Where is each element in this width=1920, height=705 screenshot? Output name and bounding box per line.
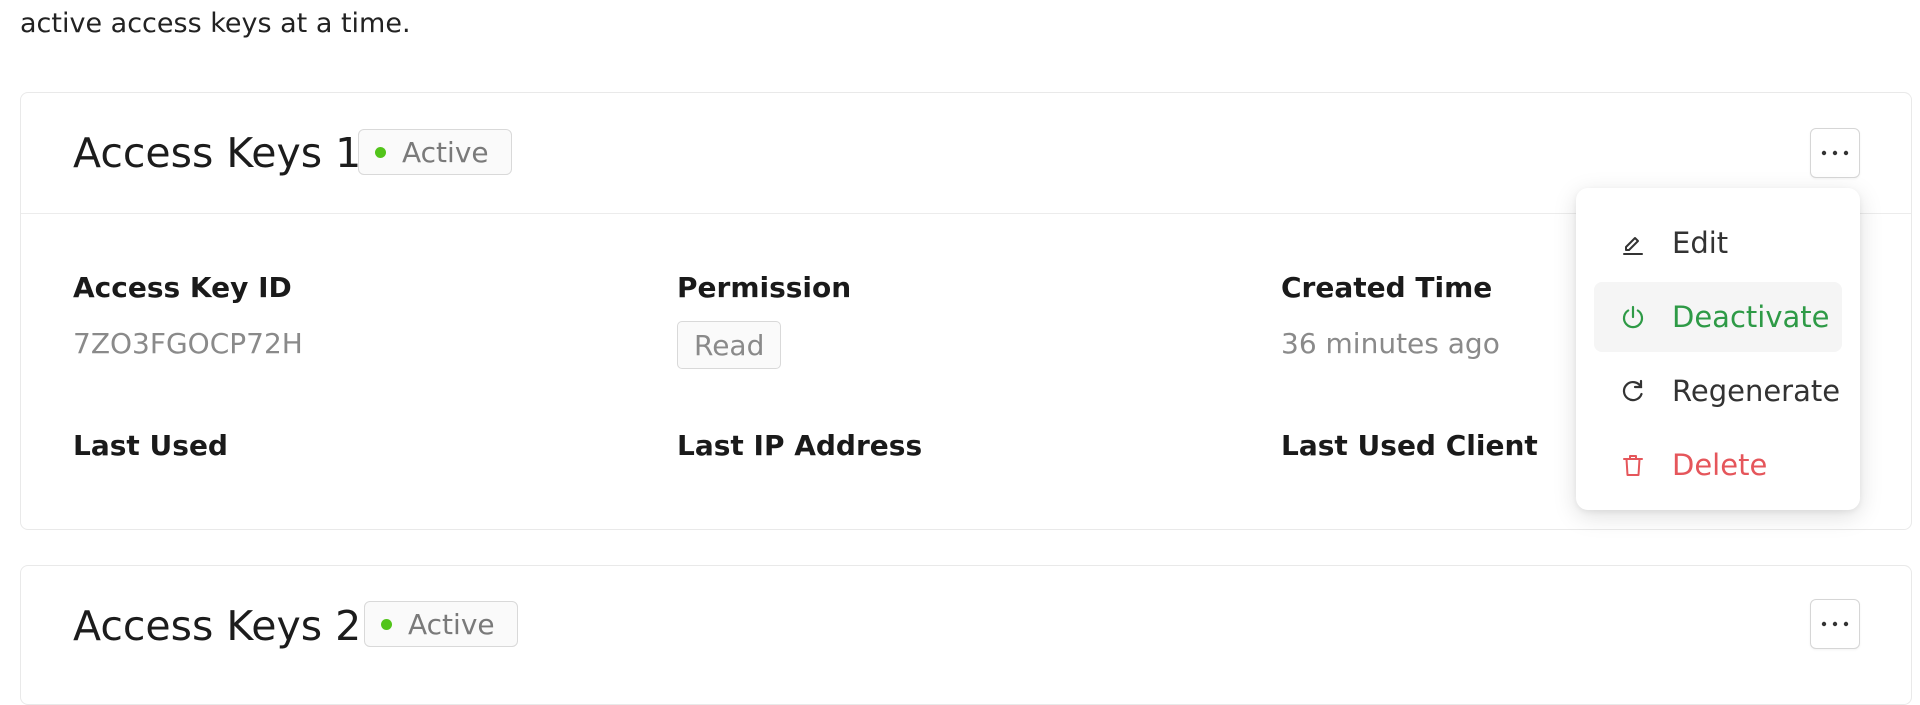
status-badge: Active — [358, 129, 512, 175]
menu-item-label: Regenerate — [1672, 374, 1841, 408]
menu-item-edit[interactable]: Edit — [1594, 208, 1842, 278]
card-title: Access Keys 1 — [73, 129, 362, 177]
menu-item-label: Delete — [1672, 448, 1768, 482]
access-key-id-value: 7ZO3FGOCP72H — [73, 327, 303, 360]
more-actions-button[interactable] — [1810, 599, 1860, 649]
more-actions-button[interactable] — [1810, 128, 1860, 178]
last-ip-address-label: Last IP Address — [677, 429, 923, 462]
last-used-client-label: Last Used Client — [1281, 429, 1538, 462]
actions-dropdown-menu: Edit Deactivate Regenerate Delete — [1576, 188, 1860, 510]
trash-icon — [1618, 450, 1648, 480]
intro-text: active access keys at a time. — [20, 8, 411, 39]
menu-item-regenerate[interactable]: Regenerate — [1594, 356, 1842, 426]
last-used-label: Last Used — [73, 429, 228, 462]
access-key-card: Access Keys 2 Active — [20, 565, 1912, 705]
created-time-label: Created Time — [1281, 271, 1493, 304]
edit-icon — [1618, 228, 1648, 258]
access-key-id-label: Access Key ID — [73, 271, 292, 304]
card-title: Access Keys 2 — [73, 602, 362, 650]
ellipsis-icon — [1821, 150, 1849, 156]
status-dot-icon — [375, 146, 386, 158]
menu-item-label: Edit — [1672, 226, 1729, 260]
status-text: Active — [408, 607, 495, 641]
menu-item-delete[interactable]: Delete — [1594, 430, 1842, 500]
power-icon — [1618, 302, 1648, 332]
permission-label: Permission — [677, 271, 852, 304]
ellipsis-icon — [1821, 621, 1849, 627]
status-badge: Active — [364, 601, 518, 647]
card-header: Access Keys 2 Active — [21, 566, 1911, 686]
created-time-value: 36 minutes ago — [1281, 327, 1500, 360]
menu-item-label: Deactivate — [1672, 300, 1830, 334]
menu-item-deactivate[interactable]: Deactivate — [1594, 282, 1842, 352]
refresh-icon — [1618, 376, 1648, 406]
status-dot-icon — [381, 618, 392, 630]
status-text: Active — [402, 135, 489, 169]
permission-tag: Read — [677, 321, 782, 369]
